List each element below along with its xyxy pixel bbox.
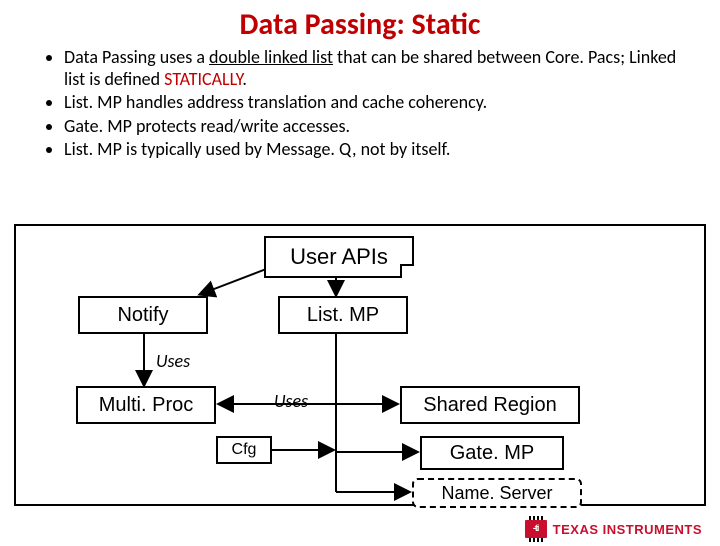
node-label: User APIs [290, 244, 388, 270]
node-user-apis: User APIs [264, 236, 414, 278]
earmark-icon [400, 264, 414, 278]
edge-label-uses: Uses [156, 350, 190, 372]
text: Data Passing uses a [64, 46, 209, 68]
list-item: List. MP handles address translation and… [64, 92, 696, 114]
underlined-text: double linked list [209, 46, 333, 68]
ti-logo: -ti TEXAS INSTRUMENTS [525, 520, 702, 538]
bullet-list: Data Passing uses a double linked list t… [24, 47, 696, 161]
highlight-text: STATICALLY [164, 68, 242, 90]
list-item: Gate. MP protects read/write accesses. [64, 116, 696, 138]
edge-label-uses: Uses [274, 390, 308, 412]
logo-text: TEXAS INSTRUMENTS [553, 522, 702, 537]
node-cfg: Cfg [216, 436, 272, 464]
text: . [242, 68, 247, 90]
node-shared-region: Shared Region [400, 386, 580, 424]
diagram-canvas: User APIs Notify List. MP Multi. Proc Sh… [14, 224, 706, 506]
node-gatemp: Gate. MP [420, 436, 564, 470]
list-item: Data Passing uses a double linked list t… [64, 47, 696, 90]
page-title: Data Passing: Static [0, 6, 720, 43]
node-listmp: List. MP [278, 296, 408, 334]
node-nameserver: Name. Server [412, 478, 582, 508]
node-notify: Notify [78, 296, 208, 334]
list-item: List. MP is typically used by Message. Q… [64, 139, 696, 161]
chip-icon: -ti [525, 520, 547, 538]
node-multiproc: Multi. Proc [76, 386, 216, 424]
